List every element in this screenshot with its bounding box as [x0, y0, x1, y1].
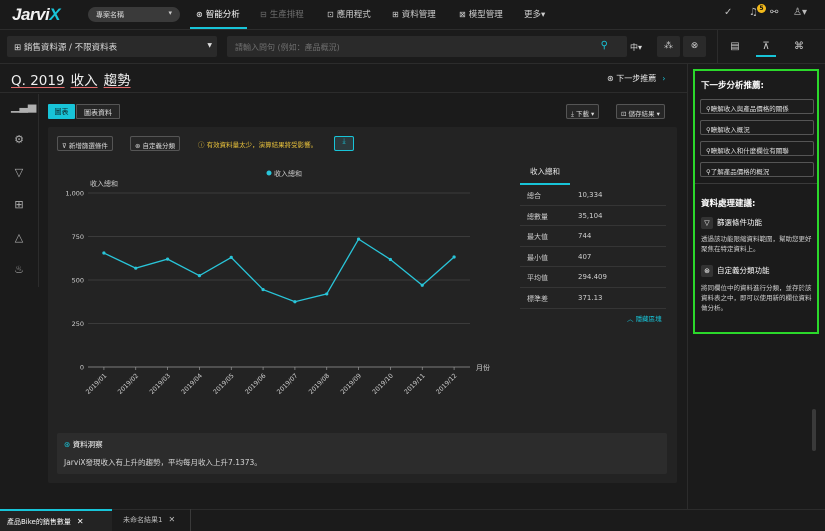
divider [695, 183, 817, 184]
table-row: 最小值 407 [520, 247, 666, 268]
x-tick-label: 2019/11 [403, 372, 426, 395]
recommendation-panel: 下一步分析推薦: ⚲瞭解收入與產品價格的關係 ⚲瞭解收入概況 ⚲瞭解收入和什麼欄… [693, 69, 819, 334]
y-tick-label: 750 [72, 233, 84, 241]
y-tick-label: 500 [72, 277, 84, 285]
table-row: 總合 10,334 [520, 185, 666, 206]
x-tick-label: 2019/08 [308, 372, 331, 395]
table-row: 最大值 744 [520, 226, 666, 247]
data-point[interactable] [420, 283, 424, 287]
series-line [103, 238, 455, 303]
y-tick-label: 1,000 [65, 190, 84, 198]
result-tab[interactable]: 未命名結果1 ✕ [116, 509, 191, 531]
legend-label[interactable]: 收入總和 [274, 169, 302, 178]
table-row: 平均值 294.409 [520, 267, 666, 288]
data-point[interactable] [165, 257, 170, 261]
data-point[interactable] [134, 266, 138, 270]
x-tick-label: 2019/06 [244, 372, 267, 395]
insight-body: JarviX發現收入有上升的趨勢，平均每月收入上升7.1373。 [64, 458, 262, 467]
data-point[interactable] [102, 251, 106, 255]
x-tick-label: 2019/03 [149, 372, 172, 395]
processing-title: 資料處理建議: [701, 199, 756, 209]
x-tick-label: 2019/05 [212, 372, 235, 395]
y-axis-label: 收入總和 [90, 179, 118, 188]
x-tick-label: 2019/04 [180, 372, 203, 395]
hide-section-button[interactable]: ︿ 隱藏區塊 [627, 313, 662, 323]
x-tick-label: 2019/01 [85, 372, 108, 395]
table-row: 總數量 35,104 [520, 206, 666, 227]
data-point[interactable] [356, 237, 361, 241]
x-tick-label: 2019/07 [276, 372, 299, 395]
result-tab[interactable]: 產品Bike的銷售數量 ✕ [0, 509, 112, 531]
data-point[interactable] [452, 255, 456, 259]
filter-icon: ▽ [701, 217, 713, 229]
tip-title: ⊛ 自定義分類功能 [701, 265, 770, 277]
x-tick-label: 2019/12 [435, 372, 458, 395]
stats-table: 收入總和 總合 10,334 總數量 35,104 最大值 744 最小值 407 平均… [520, 160, 666, 309]
close-icon[interactable]: ✕ [77, 517, 84, 526]
y-tick-label: 250 [72, 320, 84, 328]
table-row: 標準差 371.13 [520, 288, 666, 309]
tip-body: 將同欄位中的資料進行分類，並存於該資料表之中，即可以使用新的欄位資料做分析。 [701, 284, 812, 312]
x-axis-label: 月份 [476, 363, 490, 372]
x-tick-label: 2019/09 [340, 372, 363, 395]
group-icon: ⊛ [701, 265, 713, 277]
x-tick-label: 2019/10 [371, 372, 394, 395]
tip-body: 透過該功能限縮資料範圍，幫助您更好聚焦在特定資料上。 [701, 235, 812, 253]
suggestion-button[interactable]: ⚲瞭解收入概況 [700, 120, 814, 135]
stats-header: 收入總和 [520, 160, 570, 185]
y-tick-label: 0 [80, 364, 84, 372]
data-point[interactable] [197, 274, 202, 278]
recommend-title: 下一步分析推薦: [701, 81, 764, 91]
insight-icon: ⊛ [64, 440, 73, 449]
insight-box: ⊛ 資料洞察 JarviX發現收入有上升的趨勢，平均每月收入上升7.1373。 [57, 433, 667, 474]
suggestion-button[interactable]: ⚲瞭解收入與產品價格的關係 [700, 99, 814, 114]
x-tick-label: 2019/02 [117, 372, 140, 395]
tip-title: ▽ 篩選條件功能 [701, 217, 762, 229]
data-point[interactable] [325, 292, 329, 296]
insight-title: ⊛ 資料洞察 [64, 440, 103, 449]
data-point[interactable] [388, 257, 393, 262]
suggestion-button[interactable]: ⚲瞭解收入和什麼欄位有關聯 [700, 141, 814, 156]
legend-marker [266, 170, 272, 176]
suggestion-button[interactable]: ⚲了解產品價格的概況 [700, 162, 814, 177]
data-point[interactable] [293, 300, 297, 304]
scrollbar[interactable] [812, 409, 816, 451]
data-point[interactable] [261, 287, 265, 292]
data-point[interactable] [229, 255, 233, 259]
close-icon[interactable]: ✕ [168, 515, 175, 524]
